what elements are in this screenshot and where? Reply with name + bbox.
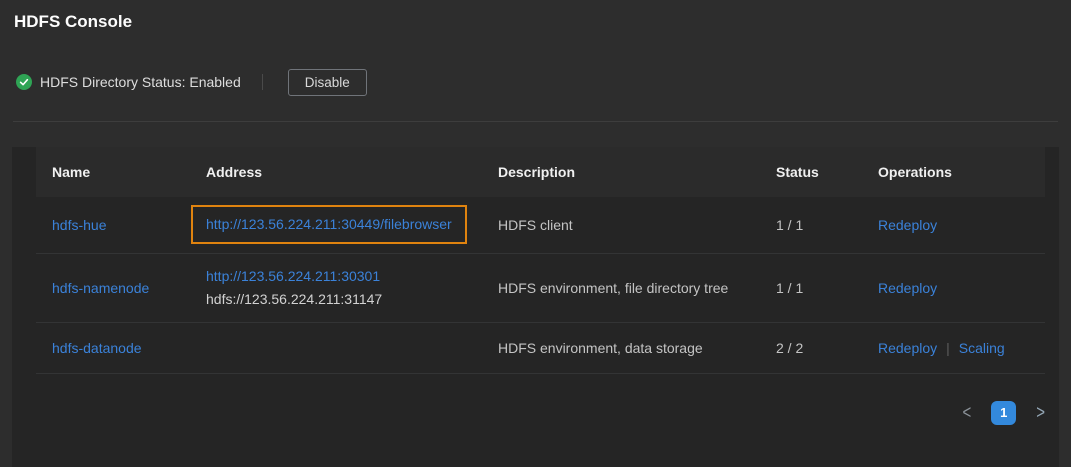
services-card: Name Address Description Status Operatio…	[12, 147, 1059, 467]
address-text: hdfs://123.56.224.211:31147	[206, 291, 382, 307]
table-header: Name Address Description Status Operatio…	[36, 147, 1045, 197]
service-name-link[interactable]: hdfs-namenode	[52, 280, 149, 296]
cell-address	[190, 322, 482, 373]
table-row: hdfs-hue http://123.56.224.211:30449/file…	[36, 197, 1045, 253]
address-link[interactable]: http://123.56.224.211:30449/filebrowser	[206, 216, 452, 232]
cell-name: hdfs-namenode	[36, 253, 190, 322]
cell-description: HDFS environment, data storage	[482, 322, 760, 373]
operation-separator: |	[946, 340, 950, 356]
success-check-icon	[16, 74, 32, 90]
address-line: http://123.56.224.211:30301	[206, 265, 466, 288]
address-line: hdfs://123.56.224.211:31147	[206, 288, 466, 311]
cell-address: http://123.56.224.211:30449/filebrowser	[190, 197, 482, 253]
column-header-address: Address	[190, 147, 482, 197]
cell-status: 2 / 2	[760, 322, 862, 373]
operation-redeploy-link[interactable]: Redeploy	[878, 217, 937, 233]
cell-status: 1 / 1	[760, 253, 862, 322]
page-number-button[interactable]: 1	[991, 401, 1016, 425]
table-row: hdfs-namenode http://123.56.224.211:30301…	[36, 253, 1045, 322]
page: HDFS Console HDFS Directory Status: Enab…	[0, 0, 1071, 467]
cell-address: http://123.56.224.211:30301 hdfs://123.56…	[190, 253, 482, 322]
column-header-operations: Operations	[862, 147, 1045, 197]
operation-redeploy-link[interactable]: Redeploy	[878, 340, 937, 356]
cell-operations: Redeploy	[862, 197, 1045, 253]
address-highlight-box: http://123.56.224.211:30449/filebrowser	[191, 205, 467, 244]
cell-description: HDFS environment, file directory tree	[482, 253, 760, 322]
hdfs-directory-status-label: HDFS Directory Status: Enabled	[40, 74, 241, 90]
cell-name: hdfs-hue	[36, 197, 190, 253]
status-divider	[262, 74, 263, 90]
column-header-status: Status	[760, 147, 862, 197]
section-divider	[13, 121, 1058, 122]
operation-redeploy-link[interactable]: Redeploy	[878, 280, 937, 296]
cell-status: 1 / 1	[760, 197, 862, 253]
address-link[interactable]: http://123.56.224.211:30301	[206, 268, 380, 284]
cell-name: hdfs-datanode	[36, 322, 190, 373]
service-name-link[interactable]: hdfs-datanode	[52, 340, 142, 356]
page-title: HDFS Console	[0, 0, 1071, 33]
pagination: < 1 >	[12, 401, 1045, 425]
services-table: Name Address Description Status Operatio…	[36, 147, 1045, 374]
next-page-icon[interactable]: >	[1036, 403, 1045, 423]
table-row: hdfs-datanode HDFS environment, data stor…	[36, 322, 1045, 373]
operation-scaling-link[interactable]: Scaling	[959, 340, 1005, 356]
table-body: hdfs-hue http://123.56.224.211:30449/file…	[36, 197, 1045, 373]
cell-description: HDFS client	[482, 197, 760, 253]
column-header-name: Name	[36, 147, 190, 197]
column-header-description: Description	[482, 147, 760, 197]
service-name-link[interactable]: hdfs-hue	[52, 217, 106, 233]
status-bar: HDFS Directory Status: Enabled Disable	[16, 70, 1071, 94]
cell-operations: Redeploy | Scaling	[862, 322, 1045, 373]
prev-page-icon[interactable]: <	[962, 403, 971, 423]
disable-button[interactable]: Disable	[288, 69, 367, 96]
cell-operations: Redeploy	[862, 253, 1045, 322]
address-line: http://123.56.224.211:30449/filebrowser	[206, 205, 466, 244]
